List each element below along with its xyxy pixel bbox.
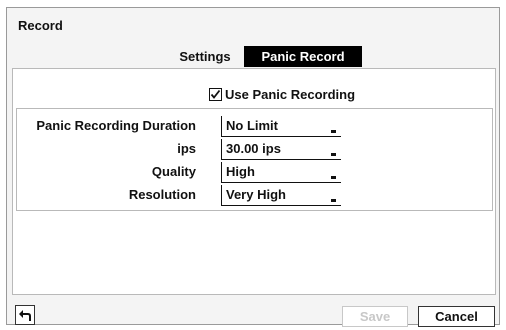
panic-recording-duration-value: No Limit (226, 118, 278, 133)
ips-label: ips (177, 141, 196, 156)
back-arrow-icon (19, 310, 31, 321)
panic-recording-duration-dropdown[interactable]: No Limit (221, 116, 341, 137)
save-button[interactable]: Save (342, 306, 408, 327)
resolution-label: Resolution (128, 187, 196, 202)
back-button[interactable] (15, 305, 35, 325)
record-dialog: Record Settings Panic Record Use Panic R… (6, 7, 500, 327)
chevron-down-icon (331, 199, 336, 202)
use-panic-recording-row[interactable]: Use Panic Recording (209, 86, 355, 102)
dialog-title: Record (18, 18, 63, 33)
chevron-down-icon (331, 153, 336, 156)
ips-dropdown[interactable]: 30.00 ips (221, 139, 341, 160)
use-panic-recording-checkbox[interactable] (209, 87, 222, 101)
resolution-value: Very High (226, 187, 286, 202)
chevron-down-icon (331, 130, 336, 133)
panic-settings-group: Panic Recording Duration No Limit ips 30… (16, 108, 493, 211)
cancel-button[interactable]: Cancel (418, 306, 495, 327)
quality-value: High (226, 164, 255, 179)
tab-content-panel: Use Panic Recording Panic Recording Dura… (12, 68, 496, 295)
quality-dropdown[interactable]: High (221, 162, 341, 183)
chevron-down-icon (331, 176, 336, 179)
panic-recording-duration-label: Panic Recording Duration (36, 118, 196, 133)
tab-panic-record[interactable]: Panic Record (244, 46, 362, 67)
tab-settings[interactable]: Settings (168, 46, 242, 67)
resolution-dropdown[interactable]: Very High (221, 185, 341, 206)
use-panic-recording-label: Use Panic Recording (225, 86, 356, 102)
quality-label: Quality (151, 164, 196, 179)
checkmark-icon (210, 89, 221, 99)
ips-value: 30.00 ips (226, 141, 281, 156)
